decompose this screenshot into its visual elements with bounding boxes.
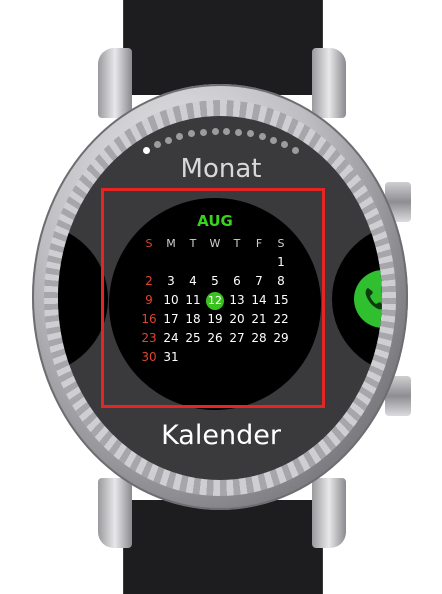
page-dot bbox=[258, 133, 266, 141]
page-dot bbox=[280, 141, 288, 149]
page-dot bbox=[143, 146, 151, 154]
page-dot bbox=[199, 128, 207, 136]
page-dot bbox=[211, 127, 219, 135]
page-dot bbox=[154, 141, 161, 149]
page-dot bbox=[187, 130, 195, 138]
highlight-frame bbox=[101, 188, 325, 408]
page-dot bbox=[269, 136, 277, 144]
page-dot bbox=[165, 136, 173, 144]
page-title: Monat bbox=[180, 154, 262, 184]
page-dot bbox=[235, 128, 243, 136]
page-dot bbox=[176, 133, 184, 141]
page-dot bbox=[223, 127, 231, 135]
app-name: Kalender bbox=[161, 420, 281, 451]
page-dot bbox=[247, 130, 255, 138]
page-dot bbox=[291, 146, 299, 154]
